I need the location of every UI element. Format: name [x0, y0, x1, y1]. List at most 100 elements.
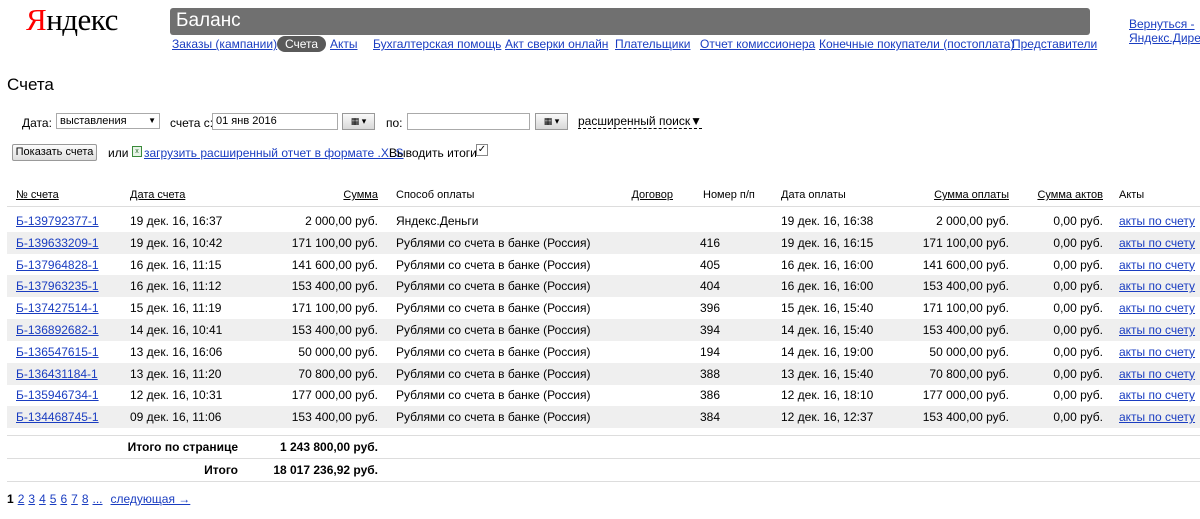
page-total-row: Итого по странице 1 243 800,00 руб.: [7, 436, 1200, 458]
totals-divider: [7, 481, 1200, 482]
table-row: Б-134468745-1 09 дек. 16, 11:06 153 400,00…: [7, 406, 1200, 429]
cell-paid-sum: 171 100,00 руб.: [922, 301, 1009, 316]
page-link[interactable]: 5: [50, 492, 57, 506]
cell-num[interactable]: Б-137963235-1: [16, 279, 99, 293]
nav-item-4[interactable]: Бухгалтерская помощь: [373, 37, 501, 51]
show-invoices-button[interactable]: Показать счета: [12, 144, 97, 161]
cell-paid-date: 12 дек. 16, 18:10: [781, 388, 874, 403]
date-to-input[interactable]: [407, 113, 530, 130]
nav-item-1[interactable]: Заказы (кампании): [172, 37, 277, 51]
column-header[interactable]: Дата счета: [130, 189, 185, 201]
cell-date: 12 дек. 16, 10:31: [130, 388, 223, 403]
date-label: Дата:: [22, 116, 52, 130]
column-header[interactable]: Сумма оплаты: [934, 189, 1009, 201]
cell-acts[interactable]: акты по счету: [1119, 410, 1195, 424]
calendar-to-button[interactable]: ▦ ▾: [535, 113, 568, 130]
table-row: Б-139633209-1 19 дек. 16, 10:42 171 100,00…: [7, 231, 1200, 254]
cell-date: 13 дек. 16, 16:06: [130, 344, 223, 359]
cell-acts[interactable]: акты по счету: [1119, 367, 1195, 381]
excel-file-icon: x: [132, 146, 142, 157]
nav-item-9[interactable]: Представители: [1012, 37, 1097, 51]
nav-item-8[interactable]: Конечные покупатели (постоплата): [819, 37, 1014, 51]
back-link-line: Яндекс.Директ: [1129, 31, 1200, 45]
table-row: Б-137427514-1 15 дек. 16, 11:19 171 100,00…: [7, 297, 1200, 319]
page-header-title: Баланс: [170, 8, 1090, 35]
column-header[interactable]: Сумма актов: [1037, 189, 1103, 201]
table-row: Б-136892682-1 14 дек. 16, 10:41 153 400,00…: [7, 319, 1200, 341]
advanced-search-toggle[interactable]: расширенный поиск▼: [578, 115, 702, 129]
cell-num[interactable]: Б-137964828-1: [16, 258, 99, 272]
cell-sum: 153 400,00 руб.: [291, 323, 378, 337]
date-from-input[interactable]: 01 янв 2016: [212, 113, 338, 130]
cell-sum: 2 000,00 руб.: [305, 214, 378, 228]
cell-num[interactable]: Б-134468745-1: [16, 410, 99, 424]
cell-acts[interactable]: акты по счету: [1119, 279, 1195, 293]
page-link[interactable]: ...: [93, 492, 103, 506]
page-link[interactable]: 4: [39, 492, 46, 506]
cell-num[interactable]: Б-137427514-1: [16, 301, 99, 315]
cell-sum: 153 400,00 руб.: [291, 279, 378, 294]
column-header: Способ оплаты: [396, 189, 475, 201]
column-header[interactable]: Договор: [631, 189, 673, 201]
cell-sum: 171 100,00 руб.: [291, 235, 378, 250]
cell-num[interactable]: Б-136892682-1: [16, 323, 99, 337]
nav-item-3[interactable]: Акты: [330, 37, 358, 51]
cell-acts[interactable]: акты по счету: [1119, 388, 1195, 402]
column-header[interactable]: № счета: [16, 189, 59, 201]
cell-num[interactable]: Б-139633209-1: [16, 236, 99, 250]
page-link[interactable]: 3: [28, 492, 35, 506]
cell-date: 13 дек. 16, 11:20: [130, 366, 222, 381]
cell-date: 19 дек. 16, 16:37: [130, 214, 223, 228]
cell-num[interactable]: Б-136431184-1: [16, 367, 98, 381]
cell-acts-sum: 0,00 руб.: [1053, 344, 1103, 359]
cell-method: Рублями со счета в банке (Россия): [396, 257, 591, 272]
cell-pp: 396: [699, 301, 720, 316]
cell-paid-sum: 141 600,00 руб.: [922, 257, 1009, 272]
nav-item-7[interactable]: Отчет комиссионера: [700, 37, 815, 51]
cell-num[interactable]: Б-139792377-1: [16, 214, 99, 228]
nav-item-6[interactable]: Плательщики: [615, 37, 690, 51]
column-header[interactable]: Сумма: [343, 189, 378, 201]
date-type-select[interactable]: выставления ▼: [56, 113, 160, 129]
pagination: 1 2 3 4 5 6 7 8... следующая →: [7, 492, 194, 506]
table-row: Б-136547615-1 13 дек. 16, 16:06 50 000,00 …: [7, 341, 1200, 363]
cell-paid-sum: 2 000,00 руб.: [936, 214, 1009, 228]
cell-pp: 388: [699, 366, 720, 381]
page-total-label: Итого по странице: [127, 440, 238, 454]
calendar-from-button[interactable]: ▦ ▾: [342, 113, 375, 130]
cell-num[interactable]: Б-136547615-1: [16, 345, 99, 359]
show-totals-label: Выводить итоги: [389, 146, 477, 160]
cell-acts[interactable]: акты по счету: [1119, 236, 1195, 250]
show-totals-checkbox[interactable]: ✓: [476, 144, 488, 156]
page-link[interactable]: 2: [18, 492, 25, 506]
cell-sum: 50 000,00 руб.: [298, 344, 378, 359]
cell-acts[interactable]: акты по счету: [1119, 258, 1195, 272]
back-to-direct-link[interactable]: Вернуться -Яндекс.Директ: [1129, 17, 1200, 45]
checkmark-icon: ✓: [477, 144, 487, 155]
cell-num[interactable]: Б-135946734-1: [16, 388, 99, 402]
next-page-link[interactable]: следующая →: [111, 492, 191, 506]
cell-acts[interactable]: акты по счету: [1119, 301, 1195, 315]
cell-pp: 194: [699, 344, 720, 359]
page-link: 1: [7, 492, 14, 506]
nav-item-2[interactable]: Счета: [277, 36, 327, 52]
cell-sum: 70 800,00 руб.: [298, 366, 378, 381]
table-row: Б-136431184-1 13 дек. 16, 11:20 70 800,00 …: [7, 362, 1200, 385]
cell-acts[interactable]: акты по счету: [1119, 323, 1195, 337]
cell-pp: 405: [699, 257, 720, 272]
cell-paid-date: 12 дек. 16, 12:37: [781, 410, 874, 425]
grand-total-row: Итого 18 017 236,92 руб.: [7, 459, 1200, 481]
yandex-logo[interactable]: Яндекс: [26, 2, 118, 38]
cell-acts[interactable]: акты по счету: [1119, 345, 1195, 359]
cell-acts-sum: 0,00 руб.: [1053, 235, 1103, 250]
cell-acts-sum: 0,00 руб.: [1053, 323, 1103, 337]
back-link-line: Вернуться -: [1129, 17, 1195, 31]
cell-date: 09 дек. 16, 11:06: [130, 410, 222, 425]
nav-item-5[interactable]: Акт сверки онлайн: [505, 37, 608, 51]
page-link[interactable]: 6: [60, 492, 67, 506]
grand-total-value: 18 017 236,92 руб.: [273, 463, 378, 477]
page-link[interactable]: 7: [71, 492, 78, 506]
page-link[interactable]: 8: [82, 492, 89, 506]
cell-acts[interactable]: акты по счету: [1119, 214, 1195, 228]
xls-report-link[interactable]: загрузить расширенный отчет в формате .X…: [144, 146, 404, 160]
